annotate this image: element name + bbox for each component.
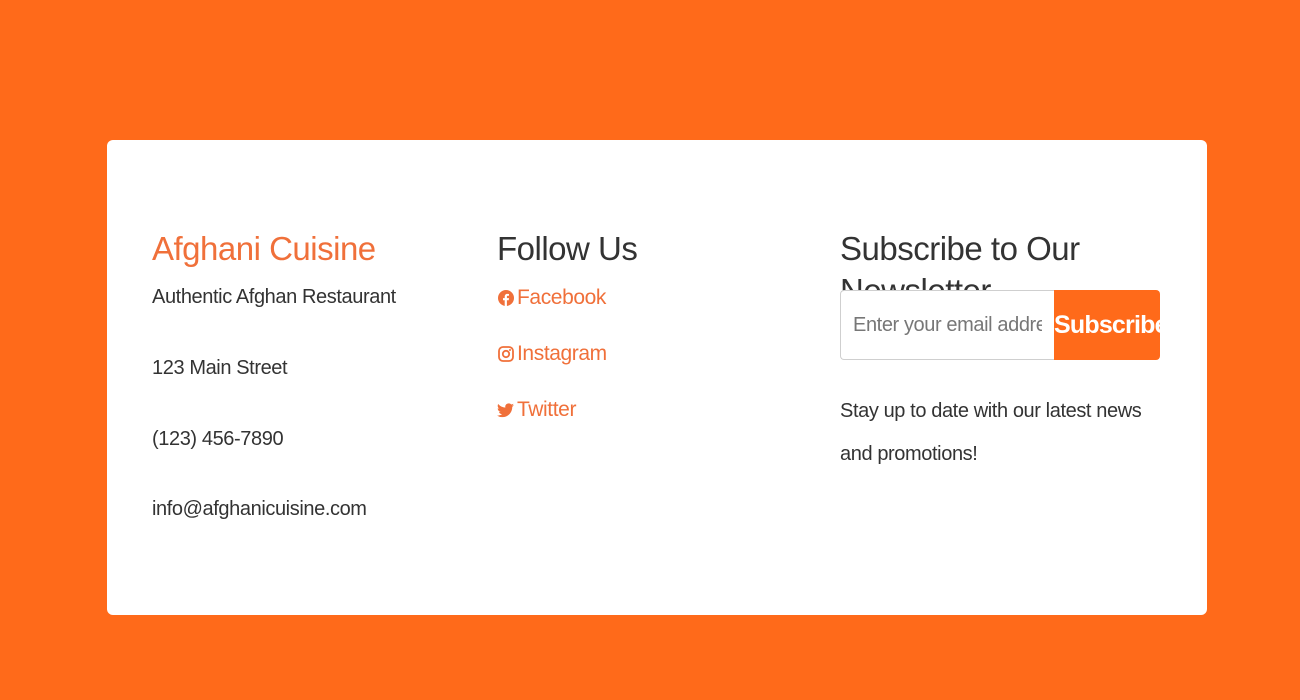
twitter-link[interactable]: Twitter [497, 398, 576, 422]
footer-card: Afghani Cuisine Authentic Afghan Restaur… [107, 140, 1207, 615]
facebook-label: Facebook [517, 286, 607, 309]
brand-title: Afghani Cuisine [152, 230, 376, 267]
newsletter-column: Subscribe to Our Newsletter Subscribe St… [840, 228, 1170, 465]
follow-column: Follow Us Facebook Instagram Twitter [497, 228, 797, 421]
instagram-label: Instagram [517, 342, 607, 365]
email-input[interactable] [840, 290, 1054, 360]
newsletter-title: Subscribe to Our Newsletter [840, 230, 1080, 309]
phone-text: (123) 456-7890 [152, 428, 284, 450]
subscribe-button[interactable]: Subscribe [1054, 290, 1168, 360]
brand-tagline: Authentic Afghan Restaurant [152, 286, 396, 308]
twitter-label: Twitter [517, 398, 577, 421]
address-text: 123 Main Street [152, 357, 288, 379]
brand-column: Afghani Cuisine Authentic Afghan Restaur… [152, 228, 452, 520]
email-text: info@afghanicuisine.com [152, 498, 367, 520]
newsletter-description: Stay up to date with our latest news and… [840, 400, 1142, 465]
facebook-link[interactable]: Facebook [497, 286, 606, 310]
facebook-icon [497, 288, 514, 308]
twitter-icon [497, 400, 514, 420]
instagram-link[interactable]: Instagram [497, 342, 607, 366]
newsletter-form: Subscribe [840, 290, 1168, 360]
follow-title: Follow Us [497, 230, 638, 267]
instagram-icon [497, 344, 514, 364]
